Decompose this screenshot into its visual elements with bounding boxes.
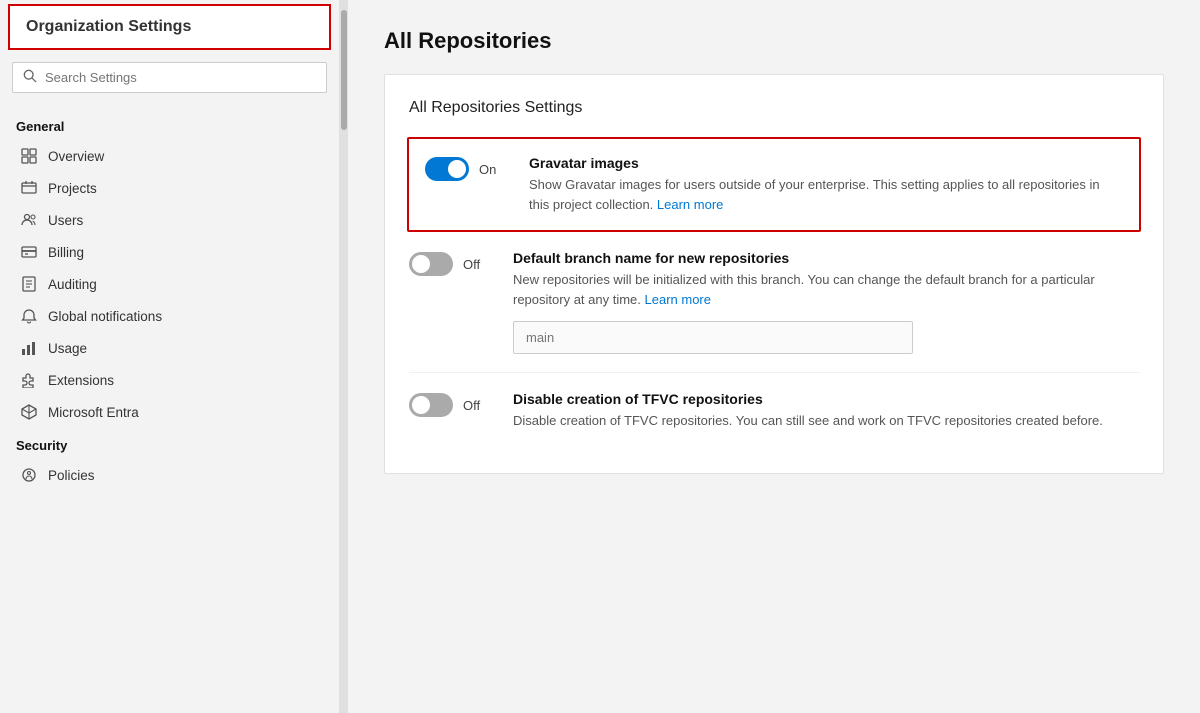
auditing-icon xyxy=(20,275,38,293)
setting-row-disable-tfvc: Off Disable creation of TFVC repositorie… xyxy=(409,373,1139,449)
default-branch-info: Default branch name for new repositories… xyxy=(513,250,1139,354)
sidebar-item-users[interactable]: Users xyxy=(0,204,339,236)
disable-tfvc-name: Disable creation of TFVC repositories xyxy=(513,391,1139,407)
sidebar-item-global-notifications[interactable]: Global notifications xyxy=(0,300,339,332)
card-title: All Repositories Settings xyxy=(409,99,1139,117)
sidebar-item-auditing[interactable]: Auditing xyxy=(0,268,339,300)
disable-tfvc-toggle-area: Off xyxy=(409,391,489,417)
scrollbar-thumb[interactable] xyxy=(341,10,347,130)
sidebar-item-policies[interactable]: Policies xyxy=(0,459,339,491)
org-settings-title: Organization Settings xyxy=(8,4,331,50)
notifications-icon xyxy=(20,307,38,325)
general-section-label: General xyxy=(0,109,339,140)
search-input[interactable] xyxy=(45,70,316,85)
setting-row-gravatar: On Gravatar images Show Gravatar images … xyxy=(407,137,1141,232)
gravatar-name: Gravatar images xyxy=(529,155,1123,171)
sidebar-item-label: Billing xyxy=(48,245,84,260)
policies-icon xyxy=(20,466,38,484)
setting-row-default-branch: Off Default branch name for new reposito… xyxy=(409,232,1139,373)
disable-tfvc-info: Disable creation of TFVC repositories Di… xyxy=(513,391,1139,431)
page-title: All Repositories xyxy=(384,28,1164,54)
gravatar-toggle-area: On xyxy=(425,155,505,181)
sidebar-item-label: Usage xyxy=(48,341,87,356)
default-branch-name: Default branch name for new repositories xyxy=(513,250,1139,266)
sidebar-item-label: Microsoft Entra xyxy=(48,405,139,420)
sidebar-item-label: Global notifications xyxy=(48,309,162,324)
sidebar-item-usage[interactable]: Usage xyxy=(0,332,339,364)
sidebar-item-extensions[interactable]: Extensions xyxy=(0,364,339,396)
main-content: All Repositories All Repositories Settin… xyxy=(348,0,1200,713)
gravatar-toggle-label: On xyxy=(479,162,496,177)
sidebar-scrollbar[interactable] xyxy=(340,0,348,713)
default-branch-desc: New repositories will be initialized wit… xyxy=(513,270,1139,309)
gravatar-toggle[interactable] xyxy=(425,157,469,181)
sidebar-item-label: Extensions xyxy=(48,373,114,388)
disable-tfvc-desc: Disable creation of TFVC repositories. Y… xyxy=(513,411,1139,431)
users-icon xyxy=(20,211,38,229)
gravatar-desc: Show Gravatar images for users outside o… xyxy=(529,175,1123,214)
entra-icon xyxy=(20,403,38,421)
billing-icon xyxy=(20,243,38,261)
sidebar: Organization Settings General Overview xyxy=(0,0,340,713)
settings-card: All Repositories Settings On Gravatar im… xyxy=(384,74,1164,474)
projects-icon xyxy=(20,179,38,197)
default-branch-learn-more[interactable]: Learn more xyxy=(645,292,711,307)
search-icon xyxy=(23,69,37,86)
sidebar-item-overview[interactable]: Overview xyxy=(0,140,339,172)
gravatar-learn-more[interactable]: Learn more xyxy=(657,197,723,212)
extensions-icon xyxy=(20,371,38,389)
default-branch-toggle-label: Off xyxy=(463,257,480,272)
search-box[interactable] xyxy=(12,62,327,93)
sidebar-item-label: Auditing xyxy=(48,277,97,292)
disable-tfvc-toggle[interactable] xyxy=(409,393,453,417)
sidebar-item-label: Projects xyxy=(48,181,97,196)
default-branch-toggle[interactable] xyxy=(409,252,453,276)
security-section-label: Security xyxy=(0,428,339,459)
default-branch-toggle-area: Off xyxy=(409,250,489,276)
sidebar-item-projects[interactable]: Projects xyxy=(0,172,339,204)
disable-tfvc-toggle-label: Off xyxy=(463,398,480,413)
sidebar-item-label: Users xyxy=(48,213,83,228)
sidebar-item-billing[interactable]: Billing xyxy=(0,236,339,268)
usage-icon xyxy=(20,339,38,357)
grid-icon xyxy=(20,147,38,165)
sidebar-item-label: Policies xyxy=(48,468,95,483)
sidebar-item-label: Overview xyxy=(48,149,104,164)
gravatar-info: Gravatar images Show Gravatar images for… xyxy=(529,155,1123,214)
sidebar-item-microsoft-entra[interactable]: Microsoft Entra xyxy=(0,396,339,428)
branch-name-input[interactable] xyxy=(513,321,913,354)
